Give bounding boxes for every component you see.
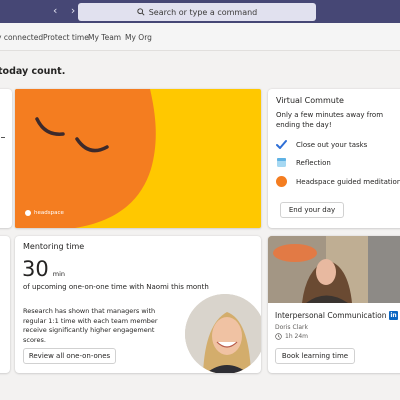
nav-arrows[interactable]: ‹ ›	[53, 4, 80, 17]
search-input[interactable]: Search or type a command	[78, 3, 316, 21]
mentoring-value: 30	[22, 257, 49, 281]
search-placeholder: Search or type a command	[148, 7, 258, 17]
mentoring-title: Mentoring time	[23, 242, 85, 251]
headspace-banner[interactable]: headspace	[15, 89, 261, 228]
virtual-commute-card: Virtual Commute Only a few minutes away …	[268, 89, 400, 228]
mentoring-unit: min	[52, 270, 65, 278]
book-learning-time-button[interactable]: Book learning time	[275, 348, 355, 364]
tab-bar: y connected Protect time My Team My Org	[0, 23, 400, 51]
end-your-day-button[interactable]: End your day	[280, 202, 344, 218]
headspace-dot-icon	[276, 176, 287, 187]
commute-item-label: Reflection	[296, 158, 331, 167]
review-one-on-ones-button[interactable]: Review all one-on-ones	[23, 348, 116, 364]
course-author: Doris Clark	[275, 324, 308, 331]
commute-item-label: Headspace guided meditation	[296, 177, 400, 186]
mentoring-subtitle: of upcoming one-on-one time with Naomi t…	[23, 283, 209, 291]
tab-my-org[interactable]: My Org	[125, 33, 152, 42]
tab-protect-time[interactable]: Protect time	[43, 33, 89, 42]
headspace-logo-text: headspace	[34, 210, 64, 216]
course-card: Interpersonal Communication in Doris Cla…	[268, 236, 400, 373]
tab-my-team[interactable]: My Team	[88, 33, 121, 42]
course-thumbnail-image	[268, 236, 400, 303]
commute-item-reflection[interactable]: Reflection	[276, 157, 331, 168]
tab-stay-connected[interactable]: y connected	[0, 33, 43, 42]
headspace-logo: headspace	[25, 210, 64, 216]
page-heading: today count.	[0, 66, 66, 77]
headspace-smile-illustration	[15, 89, 156, 228]
commute-item-meditation[interactable]: Headspace guided meditation	[276, 176, 400, 187]
course-thumbnail[interactable]	[268, 236, 400, 303]
left-partial-card-top	[0, 89, 12, 228]
commute-item-tasks[interactable]: Close out your tasks	[276, 139, 367, 150]
mentor-photo	[185, 294, 261, 373]
reflection-icon	[276, 157, 287, 168]
title-bar: ‹ › Search or type a command	[0, 0, 400, 23]
linkedin-icon: in	[389, 311, 398, 320]
course-duration-label: 1h 24m	[285, 333, 309, 340]
mentoring-stat: 30 min	[22, 257, 65, 281]
course-title: Interpersonal Communication	[275, 311, 387, 320]
mentoring-body: Research has shown that managers with re…	[23, 307, 158, 344]
left-partial-card-bottom	[0, 236, 10, 373]
clock-icon	[275, 333, 282, 340]
mentoring-card: Mentoring time 30 min of upcoming one-on…	[15, 236, 261, 373]
course-duration: 1h 24m	[275, 333, 308, 340]
check-icon	[276, 139, 287, 150]
commute-item-label: Close out your tasks	[296, 140, 368, 149]
virtual-commute-title: Virtual Commute	[276, 96, 344, 105]
mentor-portrait	[185, 294, 261, 373]
virtual-commute-description: Only a few minutes away from ending the …	[276, 111, 384, 129]
headspace-logo-icon	[25, 210, 31, 216]
search-icon	[137, 8, 145, 16]
